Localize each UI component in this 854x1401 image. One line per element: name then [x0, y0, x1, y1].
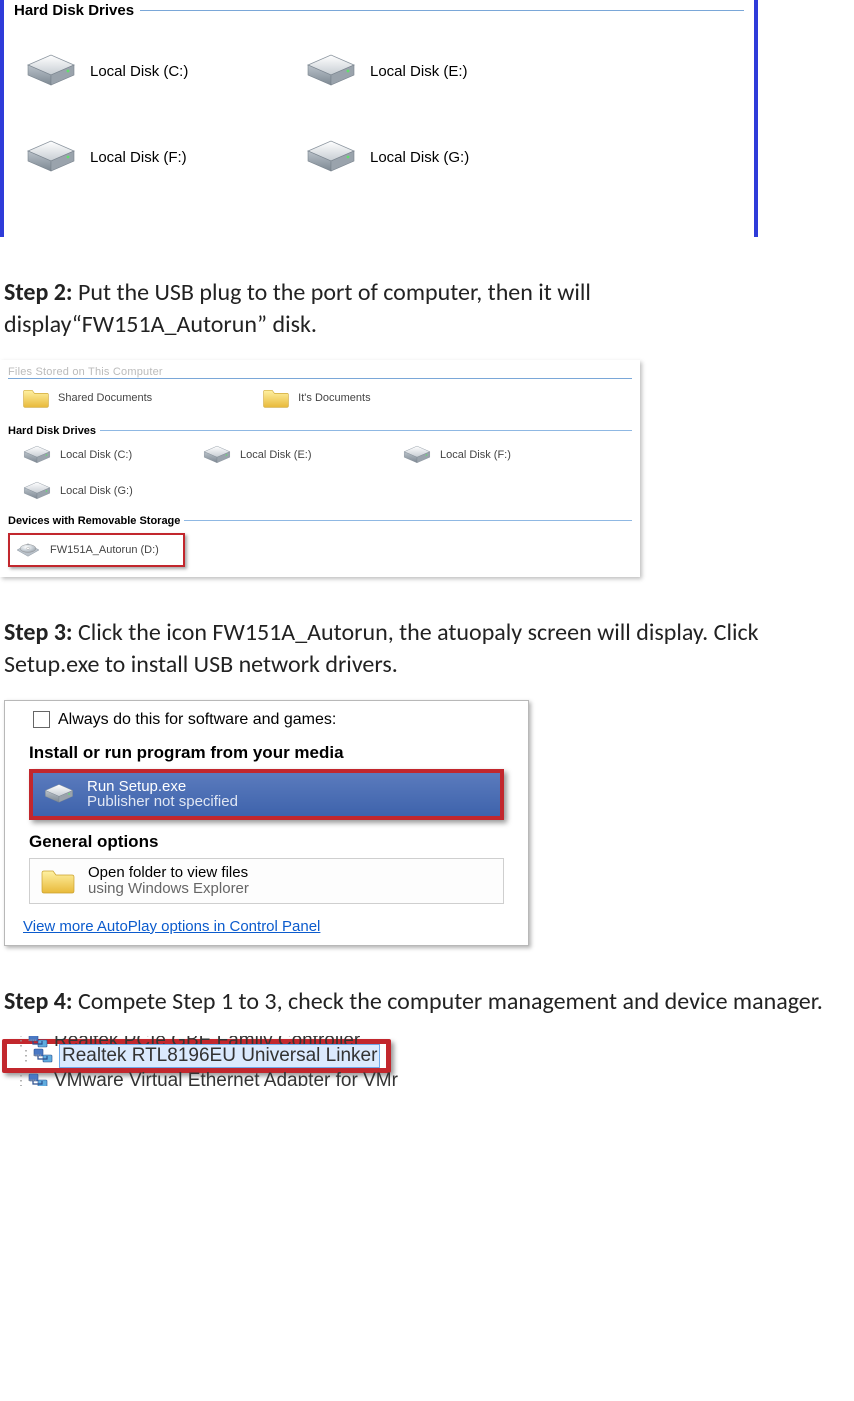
folder-icon — [22, 387, 50, 409]
always-do-this-row[interactable]: Always do this for software and games: — [5, 701, 528, 737]
step2-label: Step 2: — [4, 278, 73, 307]
step2-text: Put the USB plug to the port of computer… — [4, 278, 591, 339]
option-line2: Publisher not specified — [87, 794, 238, 810]
drive-label: Local Disk (G:) — [60, 485, 133, 497]
option-text: Run Setup.exe Publisher not specified — [87, 779, 238, 811]
always-checkbox[interactable] — [33, 711, 50, 728]
drive-item[interactable]: Local Disk (F:) — [402, 443, 602, 467]
option-line1: Open folder to view files — [88, 865, 249, 881]
hard-disk-drives-header: Hard Disk Drives — [14, 0, 744, 21]
shared-documents[interactable]: Shared Documents — [22, 387, 152, 409]
option-line1: Run Setup.exe — [87, 779, 238, 795]
step4-label: Step 4: — [4, 987, 73, 1016]
drive-grid: Local Disk (C:) Local Disk (E:) Local Di… — [14, 21, 744, 177]
device-row-selected[interactable]: ⋮┈ Realtek RTL8196EU Universal Linker — [13, 1044, 380, 1068]
folder-icon — [40, 867, 76, 895]
drive-label: Local Disk (E:) — [370, 63, 468, 80]
hard-disk-icon — [304, 137, 358, 177]
drive-label: Local Disk (F:) — [90, 149, 187, 166]
drive-label: FW151A_Autorun (D:) — [50, 544, 159, 556]
doc-label: It's Documents — [298, 392, 370, 404]
cd-drive-icon — [14, 539, 42, 561]
always-label: Always do this for software and games: — [58, 711, 336, 729]
hard-disk-icon — [22, 479, 52, 503]
step3-paragraph: Step 3: Click the icon FW151A_Autorun, t… — [4, 617, 850, 682]
drive-item[interactable]: Local Disk (G:) — [22, 479, 202, 503]
device-row[interactable]: ⋮┈ VMware Virtual Ethernet Adapter for V… — [8, 1070, 468, 1086]
drive-item[interactable]: Local Disk (C:) — [24, 51, 304, 91]
device-name: Realtek RTL8196EU Universal Linker — [59, 1044, 380, 1068]
doc-label: Shared Documents — [58, 392, 152, 404]
removable-storage-header: Devices with Removable Storage — [8, 515, 632, 527]
autorun-drive-item[interactable]: FW151A_Autorun (D:) — [8, 533, 185, 567]
step4-paragraph: Step 4: Compete Step 1 to 3, check the c… — [4, 986, 850, 1018]
drive-label: Local Disk (F:) — [440, 449, 511, 461]
step3-label: Step 3: — [4, 618, 73, 647]
header-text: Hard Disk Drives — [14, 2, 134, 19]
documents-row: Shared Documents It's Documents — [8, 381, 632, 419]
hard-disk-icon — [304, 51, 358, 91]
files-stored-header: Files Stored on This Computer — [8, 366, 632, 379]
device-manager-screenshot: ⋮┈ Realtek PCIe GBE Family Controller ⋮┈… — [8, 1036, 468, 1086]
open-folder-option[interactable]: Open folder to view files using Windows … — [29, 858, 504, 904]
highlighted-device: ⋮┈ Realtek RTL8196EU Universal Linker — [2, 1039, 391, 1073]
folder-icon — [262, 387, 290, 409]
drive-item[interactable]: Local Disk (C:) — [22, 443, 202, 467]
autoplay-dialog: Always do this for software and games: I… — [4, 700, 529, 946]
more-autoplay-link[interactable]: View more AutoPlay options in Control Pa… — [5, 910, 528, 945]
drive-label: Local Disk (C:) — [90, 63, 188, 80]
install-run-group-title: Install or run program from your media — [5, 737, 528, 767]
step2-paragraph: Step 2: Put the USB plug to the port of … — [4, 277, 850, 342]
option-text: Open folder to view files using Windows … — [88, 865, 249, 897]
general-options-title: General options — [5, 826, 528, 856]
header-text: Hard Disk Drives — [8, 425, 96, 437]
hard-disk-icon — [202, 443, 232, 467]
step3-text: Click the icon FW151A_Autorun, the atuop… — [4, 618, 759, 679]
drive-item[interactable]: Local Disk (F:) — [24, 137, 304, 177]
drive-item[interactable]: Local Disk (G:) — [304, 137, 584, 177]
drive-label: Local Disk (C:) — [60, 449, 132, 461]
drive-item[interactable]: Local Disk (E:) — [304, 51, 584, 91]
hard-disk-icon — [22, 443, 52, 467]
user-documents[interactable]: It's Documents — [262, 387, 370, 409]
run-setup-option[interactable]: Run Setup.exe Publisher not specified — [29, 769, 504, 821]
drive-item[interactable]: Local Disk (E:) — [202, 443, 402, 467]
hard-disk-icon — [24, 51, 78, 91]
step4-text: Compete Step 1 to 3, check the computer … — [73, 987, 823, 1016]
drive-grid-small: Local Disk (C:) Local Disk (E:) Local Di… — [8, 437, 632, 509]
hard-disk-drives-header-small: Hard Disk Drives — [8, 425, 632, 437]
option-line2: using Windows Explorer — [88, 881, 249, 897]
drive-label: Local Disk (E:) — [240, 449, 312, 461]
drive-label: Local Disk (G:) — [370, 149, 469, 166]
hard-disk-icon — [402, 443, 432, 467]
device-name: VMware Virtual Ethernet Adapter for VMr — [54, 1070, 398, 1086]
installer-icon — [43, 780, 75, 808]
explorer-drives-screenshot: Hard Disk Drives Local Disk (C:) Local D… — [0, 0, 758, 237]
header-text: Devices with Removable Storage — [8, 515, 180, 527]
hard-disk-icon — [24, 137, 78, 177]
my-computer-screenshot: Files Stored on This Computer Shared Doc… — [0, 360, 640, 577]
